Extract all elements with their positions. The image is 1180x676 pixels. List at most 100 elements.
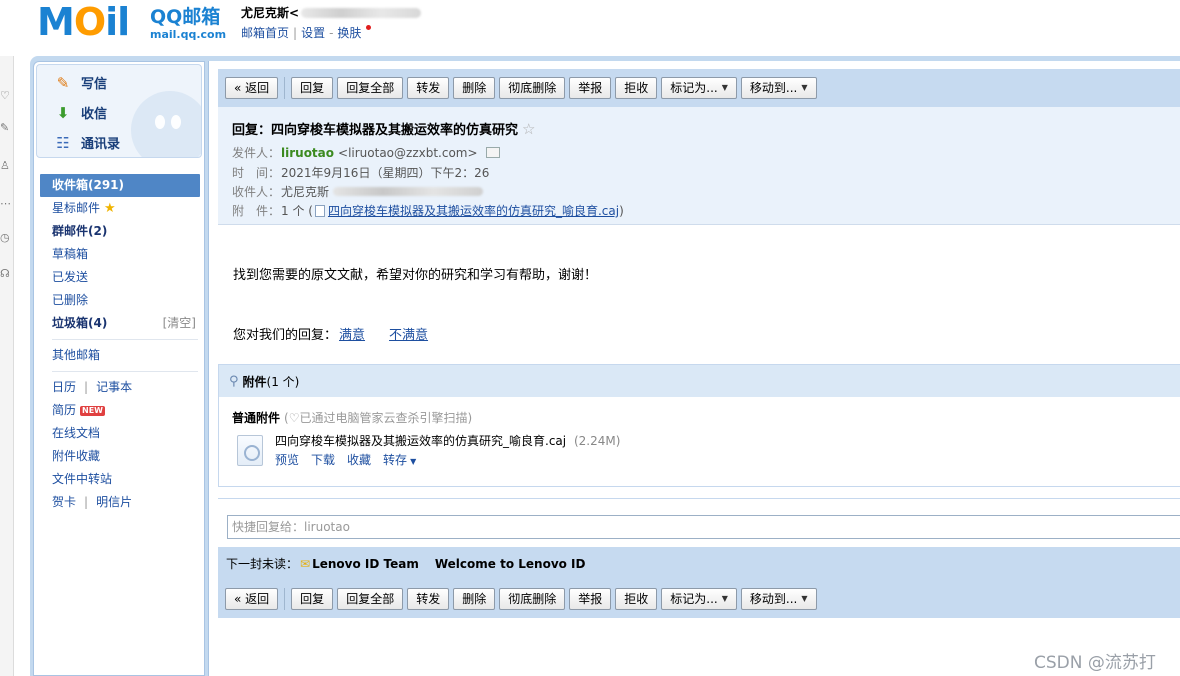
sidebar-item-file-transfer[interactable]: 文件中转站 (40, 468, 200, 491)
caret-down-icon: ▼ (721, 83, 728, 92)
calendar-link[interactable]: 日历 (52, 376, 76, 399)
mail-view: « 返回 回复 回复全部 转发 删除 彻底删除 举报 拒收 标记为... ▼ 移动… (218, 66, 1180, 676)
caj-file-icon (237, 435, 263, 466)
move-to-dropdown[interactable]: 移动到... ▼ (740, 588, 817, 610)
unsatisfied-link[interactable]: 不满意 (389, 324, 428, 343)
sidebar-item-other-mailboxes[interactable]: 其他邮箱 (40, 344, 200, 367)
mark-as-dropdown[interactable]: 标记为... ▼ (661, 77, 737, 99)
delete-forever-button[interactable]: 彻底删除 (499, 77, 566, 99)
back-button[interactable]: « 返回 (225, 77, 279, 99)
mail-header: 回复：四向穿梭车模拟器及其搬运效率的仿真研究 ☆ 发件人： liruotao <… (218, 107, 1180, 225)
sidebar-item-deleted[interactable]: 已删除 (40, 289, 200, 312)
brand-name: QQ邮箱 (150, 6, 221, 28)
notes-link[interactable]: 记事本 (96, 376, 132, 399)
settings-link[interactable]: 设置 (301, 24, 325, 41)
collect-link[interactable]: 收藏 (347, 451, 371, 468)
contacts-label: 通讯录 (81, 137, 121, 152)
save-to-dropdown[interactable]: 转存 ▼ (383, 451, 416, 468)
star-icon: ★ (104, 201, 116, 216)
main-panel: « 返回 回复 回复全部 转发 删除 彻底删除 举报 拒收 标记为... ▼ 移动… (208, 61, 1180, 676)
pencil-icon: ✎ (56, 73, 70, 92)
virus-scan-note: (♡已通过电脑管家云查杀引擎扫描) (284, 411, 473, 425)
sender-row: 发件人： liruotao <liruotao@zzxbt.com> (232, 144, 500, 161)
download-link[interactable]: 下载 (311, 451, 335, 468)
user-links: 邮箱首页 | 设置 - 换肤 (241, 24, 421, 41)
brand-domain: mail.qq.com (150, 28, 227, 41)
reject-button[interactable]: 拒收 (615, 77, 658, 99)
receive-label: 收信 (81, 107, 108, 122)
dots-icon[interactable]: ⋯ (0, 198, 11, 210)
report-button[interactable]: 举报 (569, 588, 612, 610)
quick-reply-input[interactable]: 快捷回复给：liruotao (227, 515, 1180, 539)
document-icon (314, 204, 325, 217)
next-unread-subject[interactable]: Welcome to Lenovo ID (435, 557, 586, 571)
forward-button[interactable]: 转发 (407, 77, 450, 99)
contact-card-icon[interactable] (485, 147, 500, 158)
sidebar-item-resume[interactable]: 简历 NEW (40, 399, 200, 422)
csdn-watermark: CSDN @流苏打 (1034, 653, 1156, 673)
attachment-file: 四向穿梭车模拟器及其搬运效率的仿真研究_喻良育.caj (2.24M) (275, 432, 620, 449)
caret-down-icon: ▼ (801, 83, 808, 92)
mark-as-dropdown[interactable]: 标记为... ▼ (661, 588, 737, 610)
pen-icon[interactable]: ✎ (0, 122, 10, 134)
mail-home-link[interactable]: 邮箱首页 (241, 24, 289, 41)
caret-down-icon: ▼ (721, 594, 728, 603)
attachment-actions: 预览 下载 收藏 转存 ▼ (275, 451, 416, 468)
sidebar-item-drafts[interactable]: 草稿箱 (40, 243, 200, 266)
preview-link[interactable]: 预览 (275, 451, 299, 468)
feedback-row: 您对我们的回复： 满意 不满意 (233, 324, 428, 343)
user-box: 尤尼克斯< 邮箱首页 | 设置 - 换肤 (241, 4, 422, 41)
postcard-link[interactable]: 明信片 (96, 491, 132, 514)
next-unread-bar: 下一封未读： ✉ Lenovo ID Team Welcome to Lenov… (218, 547, 1180, 580)
mail-toolbar-top: « 返回 回复 回复全部 转发 删除 彻底删除 举报 拒收 标记为... ▼ 移动… (218, 69, 1180, 107)
toolbar-divider (284, 588, 286, 610)
attachment-file-name: 四向穿梭车模拟器及其搬运效率的仿真研究_喻良育.caj (275, 434, 567, 448)
paperclip-icon: ⚲ (229, 373, 239, 389)
sender-name[interactable]: liruotao (281, 146, 334, 160)
write-mail-button[interactable]: ✎ 写信 (53, 73, 107, 93)
sidebar-item-online-docs[interactable]: 在线文档 (40, 422, 200, 445)
sidebar-item-starred[interactable]: 星标邮件 ★ (40, 197, 200, 220)
person-icon[interactable]: ♙ (0, 160, 10, 172)
reply-all-button[interactable]: 回复全部 (337, 588, 404, 610)
sidebar-item-inbox[interactable]: 收件箱(291) (40, 174, 200, 197)
delete-forever-button[interactable]: 彻底删除 (499, 588, 566, 610)
new-badge: NEW (80, 405, 105, 416)
satisfied-link[interactable]: 满意 (339, 324, 365, 343)
reply-all-button[interactable]: 回复全部 (337, 77, 404, 99)
receive-mail-button[interactable]: ⬇ 收信 (53, 103, 108, 123)
sidebar-item-sent[interactable]: 已发送 (40, 266, 200, 289)
mail-subject: 回复：四向穿梭车模拟器及其搬运效率的仿真研究 ☆ (232, 119, 536, 139)
user-name: 尤尼克斯< (241, 6, 300, 20)
next-unread-sender[interactable]: Lenovo ID Team (312, 557, 419, 571)
reply-button[interactable]: 回复 (291, 77, 334, 99)
divider (218, 498, 1180, 499)
skin-link[interactable]: 换肤 (337, 24, 361, 41)
mail-body-text: 找到您需要的原文文献，希望对你的研究和学习有帮助，谢谢！ (233, 268, 598, 283)
contacts-button[interactable]: ☷ 通讯录 (53, 133, 121, 153)
delete-button[interactable]: 删除 (453, 77, 496, 99)
delete-button[interactable]: 删除 (453, 588, 496, 610)
reply-button[interactable]: 回复 (291, 588, 334, 610)
sidebar-item-group[interactable]: 群邮件(2) (40, 220, 200, 243)
forward-button[interactable]: 转发 (407, 588, 450, 610)
headset-icon[interactable]: ☊ (0, 268, 10, 280)
reject-button[interactable]: 拒收 (615, 588, 658, 610)
attachment-link[interactable]: 四向穿梭车模拟器及其搬运效率的仿真研究_喻良育.caj (328, 202, 619, 219)
sent-time: 2021年9月16日（星期四）下午2：26 (281, 166, 490, 180)
sidebar-item-spam[interactable]: 垃圾箱(4) [清空] (40, 312, 200, 335)
card-link[interactable]: 贺卡 (52, 491, 76, 514)
star-toggle-icon[interactable]: ☆ (522, 120, 535, 138)
report-button[interactable]: 举报 (569, 77, 612, 99)
clock-icon[interactable]: ◷ (0, 232, 10, 244)
back-button[interactable]: « 返回 (225, 588, 279, 610)
clear-spam-link[interactable]: [清空] (163, 312, 196, 335)
sidebar: ✎ 写信 ⬇ 收信 ☷ 通讯录 收件箱(291) 星标邮件 ★ 群邮件(2) 草稿… (33, 61, 205, 676)
sidebar-item-attachment-collection[interactable]: 附件收藏 (40, 445, 200, 468)
compose-panel: ✎ 写信 ⬇ 收信 ☷ 通讯录 (36, 64, 202, 158)
notification-dot-icon (366, 25, 372, 30)
strip-icon[interactable]: ♡ (0, 90, 10, 102)
qqmail-logo[interactable]: MOil (37, 2, 130, 42)
nav-divider (52, 371, 198, 372)
move-to-dropdown[interactable]: 移动到... ▼ (740, 77, 817, 99)
